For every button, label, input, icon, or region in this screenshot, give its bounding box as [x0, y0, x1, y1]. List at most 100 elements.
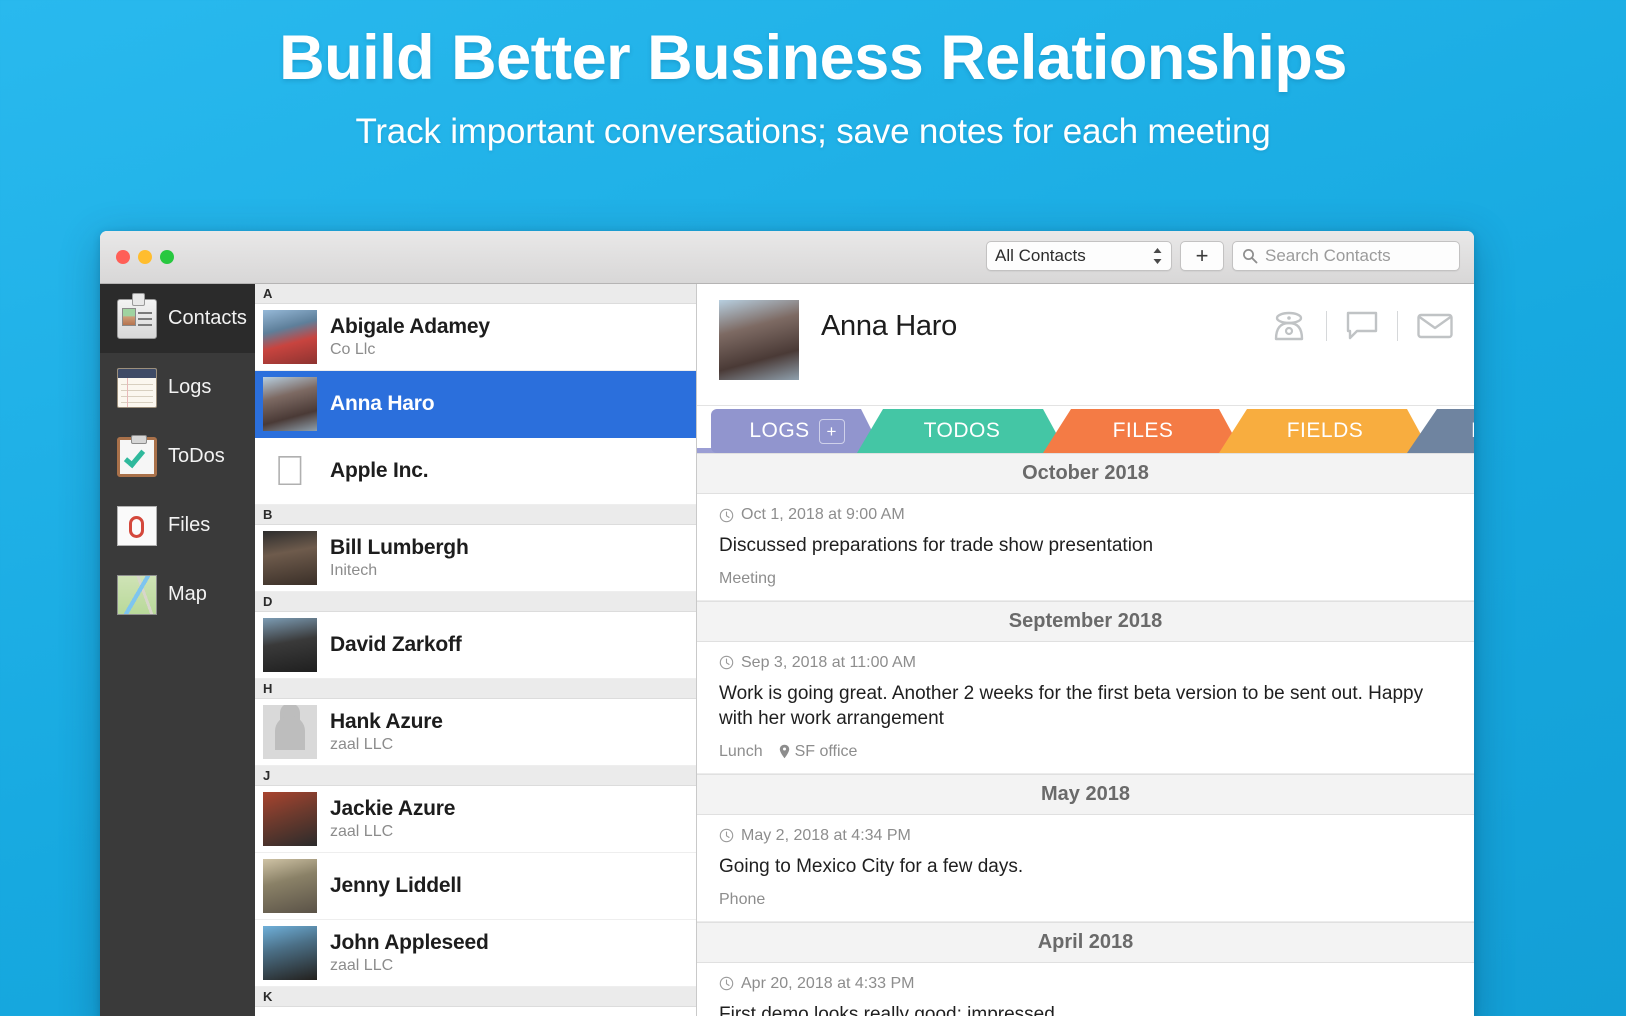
tab-label: FILES [1112, 419, 1174, 442]
log-entry[interactable]: May 2, 2018 at 4:34 PM Going to Mexico C… [697, 815, 1474, 922]
sidebar-item-label: Files [168, 514, 211, 536]
detail-tabbar: LOGS + TODOS FILES FIELDS INFO [697, 406, 1474, 453]
log-date-row: Sep 3, 2018 at 11:00 AM [719, 654, 1452, 672]
sidebar-item-logs[interactable]: Logs [100, 353, 255, 422]
tab-label: TODOS [923, 419, 1001, 442]
log-kind: Lunch [719, 742, 763, 760]
contact-detail-pane: Anna Haro LOGS + TODOS FILES FIELDS Octo… [697, 284, 1474, 1016]
list-item[interactable]: David Zarkoff [255, 612, 696, 679]
log-date: Apr 20, 2018 at 4:33 PM [741, 974, 915, 992]
sidebar-item-files[interactable]: Files [100, 491, 255, 560]
tab-todos[interactable]: TODOS [857, 409, 1067, 453]
log-meta: Lunch SF office [719, 743, 1452, 761]
toolbar-controls: All Contacts + Search Contacts [986, 241, 1460, 271]
window-body: Contacts Logs ToDos Files Map A Abigale … [100, 284, 1474, 1016]
avatar [263, 926, 317, 980]
month-header: September 2018 [697, 600, 1474, 642]
minimize-button[interactable] [138, 250, 152, 264]
contact-org: zaal LLC [330, 736, 394, 753]
month-header: April 2018 [697, 921, 1474, 963]
list-item[interactable]: Hank Azure zaal LLC [255, 699, 696, 766]
contact-name: John Appleseed [330, 931, 489, 954]
log-entry[interactable]: Apr 20, 2018 at 4:33 PM First demo looks… [697, 963, 1474, 1016]
log-text: Discussed preparations for trade show pr… [719, 535, 1154, 556]
log-location-text: SF office [794, 742, 858, 760]
log-meta: Phone [719, 891, 1452, 909]
contact-name: Jackie Azure [330, 797, 456, 820]
avatar-placeholder-icon [263, 705, 317, 759]
month-header: May 2018 [697, 773, 1474, 815]
contact-name: Jenny Liddell [330, 874, 462, 897]
add-contact-label: + [1195, 243, 1209, 268]
phone-icon[interactable] [1270, 310, 1308, 342]
list-item[interactable]: Jenny Liddell [255, 853, 696, 920]
add-log-button[interactable]: + [819, 419, 845, 444]
list-section-header: A [255, 284, 696, 304]
contact-name: Apple Inc. [330, 459, 429, 482]
contact-name: Anna Haro [330, 392, 435, 415]
list-item[interactable]: Jackie Azure zaal LLC [255, 786, 696, 853]
search-icon [1242, 248, 1258, 264]
avatar [263, 618, 317, 672]
tab-fields[interactable]: FIELDS [1219, 409, 1431, 453]
detail-header: Anna Haro [697, 284, 1474, 406]
log-date: Oct 1, 2018 at 9:00 AM [741, 506, 905, 523]
list-section-header: B [255, 505, 696, 525]
avatar [263, 531, 317, 585]
sidebar-item-label: Contacts [168, 307, 247, 329]
log-entry[interactable]: Oct 1, 2018 at 9:00 AM Discussed prepara… [697, 494, 1474, 601]
list-section-header: K [255, 987, 696, 1007]
logs-list[interactable]: October 2018 Oct 1, 2018 at 9:00 AM Disc… [697, 453, 1474, 1016]
tab-logs[interactable]: LOGS + [711, 409, 883, 453]
search-contacts-input[interactable]: Search Contacts [1232, 241, 1460, 271]
contact-org: Co Llc [330, 341, 376, 358]
log-date: May 2, 2018 at 4:34 PM [741, 826, 911, 844]
add-contact-button[interactable]: + [1180, 241, 1224, 271]
log-text: Work is going great. Another 2 weeks for… [719, 682, 1424, 730]
list-section-header: H [255, 679, 696, 699]
location-pin-icon [779, 744, 790, 759]
email-icon[interactable] [1416, 311, 1454, 341]
contact-name: Hank Azure [330, 710, 443, 733]
log-kind: Phone [719, 890, 766, 908]
close-button[interactable] [116, 250, 130, 264]
page-title: Anna Haro [821, 310, 957, 342]
list-item[interactable]: Bill Lumbergh Initech [255, 525, 696, 592]
avatar [263, 310, 317, 364]
maximize-button[interactable] [160, 250, 174, 264]
files-icon [117, 503, 159, 546]
sidebar-item-todos[interactable]: ToDos [100, 422, 255, 491]
log-date-row: Oct 1, 2018 at 9:00 AM [719, 506, 1452, 524]
tab-label: LOGS [749, 419, 810, 442]
log-entry[interactable]: Sep 3, 2018 at 11:00 AM Work is going gr… [697, 642, 1474, 774]
detail-avatar [719, 300, 799, 380]
sidebar-item-label: ToDos [168, 445, 225, 467]
tab-files[interactable]: FILES [1043, 409, 1243, 453]
window-titlebar: All Contacts + Search Contacts [100, 231, 1474, 284]
message-icon[interactable] [1345, 310, 1379, 342]
log-location: SF office [779, 742, 858, 761]
sidebar-item-contacts[interactable]: Contacts [100, 284, 255, 353]
sidebar-item-label: Logs [168, 376, 212, 398]
promo-header: Build Better Business Relationships Trac… [0, 0, 1626, 152]
avatar [263, 377, 317, 431]
clock-icon [719, 976, 734, 991]
window-controls [116, 250, 174, 264]
app-window: All Contacts + Search Contacts Contacts … [100, 231, 1474, 1016]
contact-org: Initech [330, 562, 378, 579]
log-kind: Meeting [719, 569, 776, 587]
contacts-icon [117, 292, 157, 339]
log-text: First demo looks really good; impressed [719, 1003, 1055, 1016]
list-item[interactable]: John Appleseed zaal LLC [255, 920, 696, 987]
list-item[interactable]: Abigale Adamey Co Llc [255, 304, 696, 371]
log-date-row: Apr 20, 2018 at 4:33 PM [719, 975, 1452, 993]
apple-logo-icon:  [263, 444, 317, 498]
map-icon [117, 574, 157, 615]
log-date-row: May 2, 2018 at 4:34 PM [719, 827, 1452, 845]
sidebar-item-map[interactable]: Map [100, 560, 255, 629]
contact-list[interactable]: A Abigale Adamey Co Llc Anna Haro  Appl… [255, 284, 697, 1016]
list-item[interactable]:  Apple Inc. [255, 438, 696, 505]
month-header: October 2018 [697, 453, 1474, 494]
list-item[interactable]: Anna Haro [255, 371, 696, 438]
contacts-filter-dropdown[interactable]: All Contacts [986, 241, 1172, 271]
